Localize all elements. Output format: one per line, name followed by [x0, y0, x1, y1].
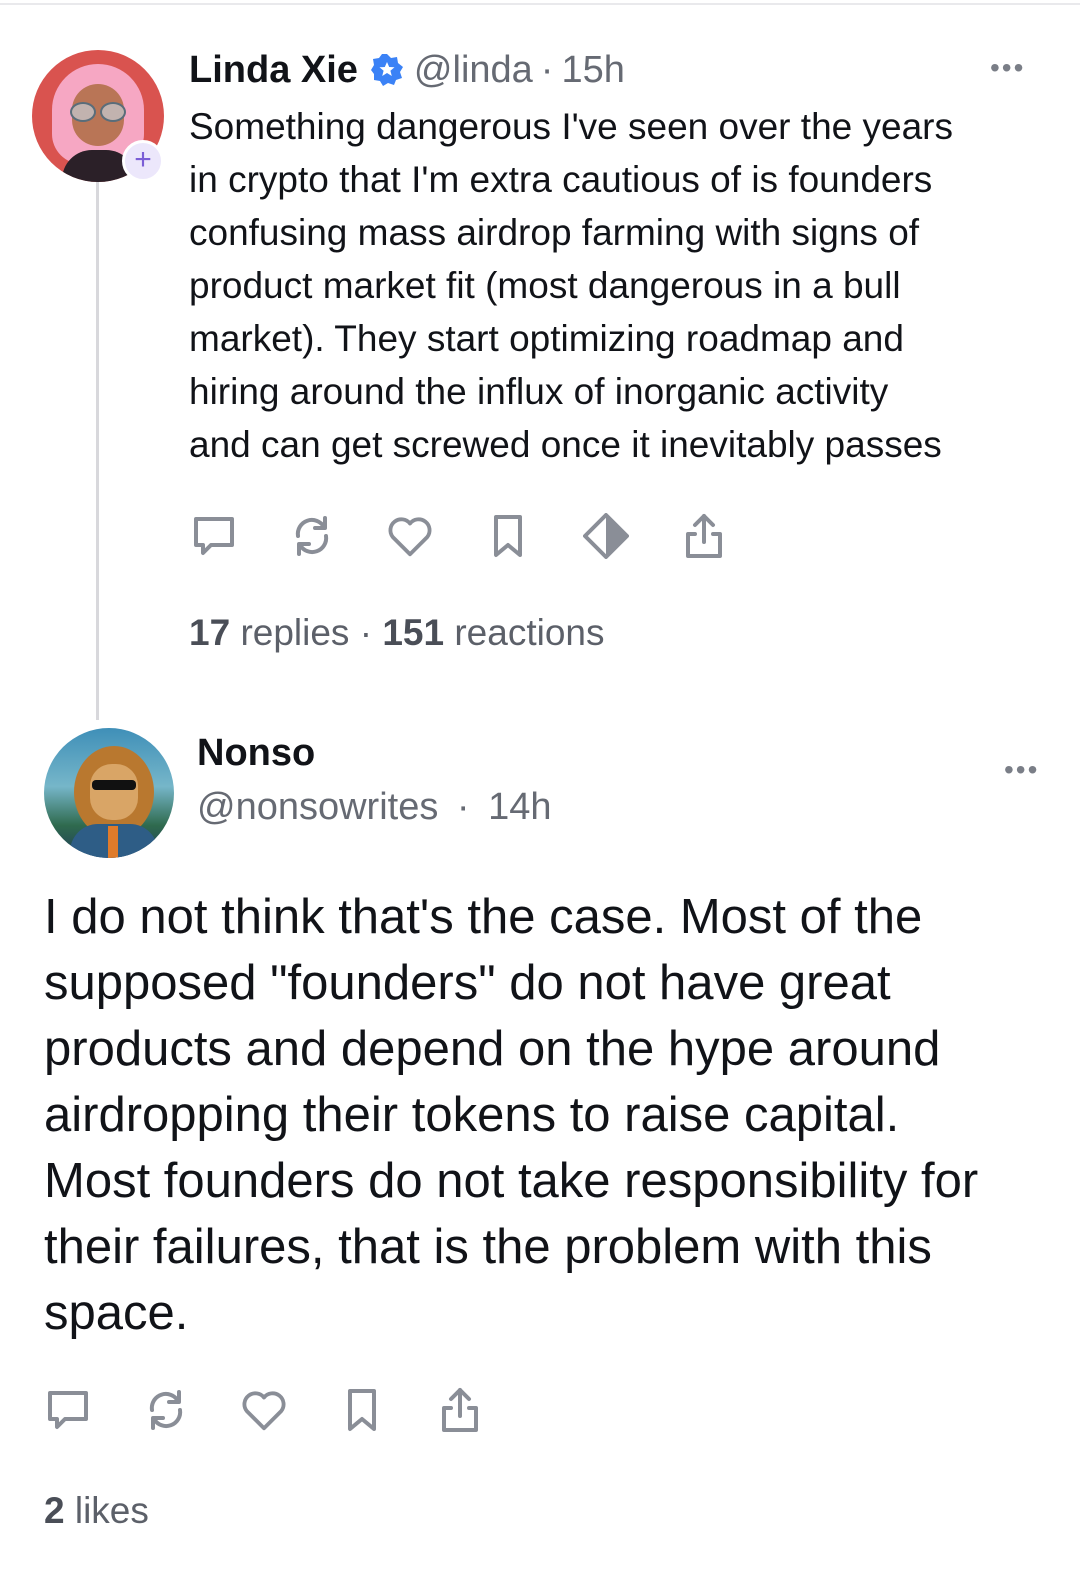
- avatar-face: [90, 764, 138, 820]
- post2-meta: @nonsowrites · 14h: [197, 786, 552, 829]
- like-icon[interactable]: [240, 1386, 288, 1434]
- post-text-line: market). They start optimizing roadmap a…: [189, 318, 904, 359]
- post1-action-bar: [190, 512, 728, 560]
- avatar-nonso[interactable]: [44, 728, 174, 858]
- bookmark-icon[interactable]: [338, 1386, 386, 1434]
- post-timestamp: 14h: [488, 786, 552, 828]
- author-handle[interactable]: @linda: [414, 49, 533, 92]
- reply-icon[interactable]: [190, 512, 238, 560]
- avatar-tie: [108, 826, 118, 858]
- post2-stats: 2 likes: [44, 1490, 149, 1532]
- post-text-line: products and depend on the hype around: [44, 1022, 941, 1076]
- share-icon[interactable]: [436, 1386, 484, 1434]
- recast-icon[interactable]: [142, 1386, 190, 1434]
- meta-separator: ·: [540, 48, 554, 91]
- author-handle[interactable]: @nonsowrites: [197, 786, 438, 828]
- more-options-icon[interactable]: •••: [1004, 754, 1039, 786]
- post1-header: Linda Xie @linda · 15h: [189, 48, 625, 92]
- avatar-glasses: [70, 102, 126, 122]
- author-name[interactable]: Linda Xie: [189, 49, 358, 92]
- post-text-line: and can get screwed once it inevitably p…: [189, 424, 942, 465]
- likes-count[interactable]: 2: [44, 1490, 65, 1531]
- post-text-line: product market fit (most dangerous in a …: [189, 265, 901, 306]
- like-icon[interactable]: [386, 512, 434, 560]
- bookmark-icon[interactable]: [484, 512, 532, 560]
- post-text-line: Most founders do not take responsibility…: [44, 1154, 979, 1208]
- post-text-line: hiring around the influx of inorganic ac…: [189, 371, 889, 412]
- stats-separator: ·: [359, 612, 373, 653]
- post-text-line: airdropping their tokens to raise capita…: [44, 1088, 900, 1142]
- share-icon[interactable]: [680, 512, 728, 560]
- meta-separator: ·: [456, 786, 470, 828]
- thread-connector-line: [96, 160, 99, 720]
- post1-stats: 17 replies · 151 reactions: [189, 612, 604, 654]
- recast-icon[interactable]: [288, 512, 336, 560]
- top-divider: [0, 3, 1080, 5]
- follow-plus-button[interactable]: +: [122, 140, 164, 182]
- replies-count[interactable]: 17: [189, 612, 230, 653]
- post-text-line: space.: [44, 1286, 189, 1340]
- post-text-line: supposed "founders" do not have great: [44, 956, 891, 1010]
- reply-icon[interactable]: [44, 1386, 92, 1434]
- post-text-line: confusing mass airdrop farming with sign…: [189, 212, 920, 253]
- post-text-line: I do not think that's the case. Most of …: [44, 890, 923, 944]
- post-text-line: Something dangerous I've seen over the y…: [189, 106, 953, 147]
- post1-body: Something dangerous I've seen over the y…: [189, 100, 1049, 471]
- avatar-sunglasses: [92, 780, 136, 790]
- reactions-label[interactable]: reactions: [454, 612, 604, 653]
- replies-label[interactable]: replies: [240, 612, 349, 653]
- post-timestamp: 15h: [561, 48, 625, 91]
- post-text-line: their failures, that is the problem with…: [44, 1220, 932, 1274]
- likes-label[interactable]: likes: [75, 1490, 149, 1531]
- more-options-icon[interactable]: •••: [990, 52, 1025, 84]
- tip-icon[interactable]: [582, 512, 630, 560]
- post2-body: I do not think that's the case. Most of …: [44, 884, 1054, 1346]
- verified-badge-icon: [370, 54, 403, 86]
- post2-action-bar: [44, 1386, 484, 1434]
- reactions-count[interactable]: 151: [382, 612, 444, 653]
- post-text-line: in crypto that I'm extra cautious of is …: [189, 159, 933, 200]
- author-name[interactable]: Nonso: [197, 732, 315, 775]
